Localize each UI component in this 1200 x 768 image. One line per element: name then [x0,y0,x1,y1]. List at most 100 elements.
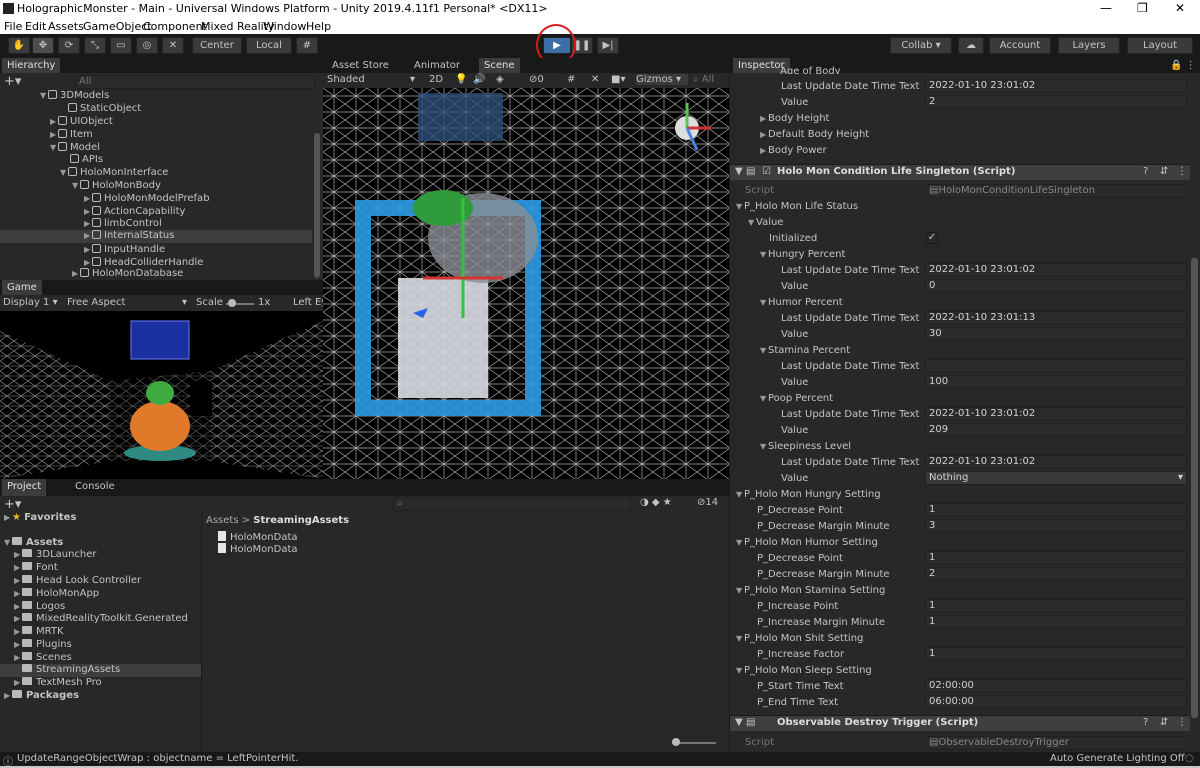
help-icon[interactable]: ? [1143,717,1148,728]
project-search-input[interactable]: ⌕ [393,497,631,511]
list-item[interactable]: StaticObject [60,103,141,114]
minimize-button[interactable]: — [1100,1,1112,15]
folder-item[interactable]: ▶ 3DLauncher [14,549,97,560]
property-value[interactable] [925,359,1187,373]
list-item[interactable]: ▶ InputHandle [84,244,165,255]
initialized-checkbox[interactable]: ✓ [926,232,938,244]
menu-gameobject[interactable]: GameObject [83,20,152,33]
property-value[interactable]: 2 [925,567,1187,581]
property-value[interactable]: 2022-01-10 23:01:02 [925,407,1187,421]
pivot-center-button[interactable]: Center [192,37,242,54]
foldout-humor-setting[interactable]: ▼ P_Holo Mon Humor Setting [736,537,878,548]
foldout-body-height[interactable]: ▶ Body Height [760,113,829,124]
account-dropdown[interactable]: Account [989,37,1051,54]
property-value[interactable]: 3 [925,519,1187,533]
folder-item[interactable]: ▶ Logos [14,601,65,612]
property-value[interactable]: 2022-01-10 23:01:02 [925,263,1187,277]
list-item[interactable]: ▶ ActionCapability [84,206,185,217]
property-value[interactable]: 1 [925,647,1187,661]
tab-asset-store[interactable]: Asset Store [327,58,394,73]
property-value[interactable]: 06:00:00 [925,695,1187,709]
property-value[interactable]: 1 [925,551,1187,565]
icon-size-thumb[interactable] [672,738,680,746]
component-menu-icon[interactable]: ⋮ [1177,166,1187,177]
hidden-objects-toggle[interactable]: ⊘0 [529,74,544,85]
inspector-scrollbar[interactable] [1191,258,1198,718]
list-item[interactable]: ▼ Model [50,142,100,153]
property-value[interactable]: 1 [925,615,1187,629]
display-dropdown[interactable]: Display 1 ▾ [3,297,58,308]
folder-item-selected[interactable]: StreamingAssets [0,664,201,677]
property-value[interactable]: 0 [925,279,1187,293]
foldout-body-power[interactable]: ▶ Body Power [760,145,827,156]
list-item[interactable]: ▶ HoloMonDatabase [72,268,183,279]
folder-item[interactable]: ▶ MRTK [14,626,64,637]
file-item[interactable]: HoloMonData [218,543,298,555]
favorites-item[interactable]: ▶ ★ Favorites [4,512,76,523]
presets-icon[interactable]: ⇵ [1160,166,1168,177]
folder-item[interactable]: ▶ Plugins [14,639,72,650]
custom-tool-icon[interactable]: ✕ [162,37,184,54]
collab-button[interactable]: Collab ▾ [890,37,952,54]
property-value[interactable]: 100 [925,375,1187,389]
folder-item[interactable]: ▶ TextMesh Pro [14,677,102,688]
hierarchy-search-input[interactable]: All [75,75,315,89]
folder-item[interactable]: ▶ Font [14,562,58,573]
tab-console[interactable]: Console [70,479,120,496]
lock-icon[interactable]: 🔒 ⋮ [1170,60,1196,71]
menu-assets[interactable]: Assets [48,20,84,33]
menu-file[interactable]: File [4,20,22,33]
list-item[interactable]: ▶ HoloMonModelPrefab [84,193,210,204]
audio-icon[interactable]: 🔊 [473,74,485,85]
foldout-value[interactable]: ▼ Value [748,217,783,228]
tab-animator[interactable]: Animator [409,58,465,73]
filter-type-icon[interactable]: ◑ ◆ ★ [640,497,672,508]
packages-root[interactable]: ▶ Packages [4,690,79,701]
enabled-checkbox[interactable]: ☑ [762,166,771,177]
list-item-selected[interactable]: ▶ InternalStatus [0,230,312,243]
create-icon[interactable]: +▾ [4,497,21,512]
list-item[interactable]: ▼ 3DModels [40,90,109,101]
step-button[interactable]: ▶| [597,37,619,54]
folder-item[interactable]: ▶ MixedRealityToolkit.Generated [14,613,188,624]
file-item[interactable]: HoloMonData [218,531,298,543]
camera-icon[interactable]: ■▾ [611,74,625,85]
menu-edit[interactable]: Edit [25,20,46,33]
property-value[interactable]: 1 [925,503,1187,517]
scene-search-input[interactable]: ⌕ All [693,74,714,85]
lighting-icon[interactable]: 💡 [455,74,467,85]
layout-dropdown[interactable]: Layout [1127,37,1193,54]
property-value[interactable]: 2022-01-10 23:01:02 [925,455,1187,469]
scene-viewport[interactable] [323,88,729,479]
property-value[interactable]: 2022-01-10 23:01:13 [925,311,1187,325]
sleepiness-dropdown[interactable]: Nothing ▾ [925,471,1187,485]
hand-tool-icon[interactable]: ✋ [8,37,30,54]
2d-toggle[interactable]: 2D [429,74,443,85]
maximize-button[interactable]: ❐ [1137,1,1148,15]
cloud-icon[interactable]: ☁ [958,37,984,54]
property-value[interactable]: 2022-01-10 23:01:02 [925,79,1187,93]
rotate-tool-icon[interactable]: ⟳ [58,37,80,54]
menu-window[interactable]: Window [263,20,306,33]
foldout-arrow-icon[interactable]: ▼ [735,717,743,728]
breadcrumb-assets[interactable]: Assets [206,515,239,526]
breadcrumb-streamingassets[interactable]: StreamingAssets [253,515,349,526]
tools-icon[interactable]: ✕ [591,74,599,85]
folder-item[interactable]: ▶ Scenes [14,652,72,663]
list-item[interactable]: ▶ limbControl [84,218,162,229]
help-icon[interactable]: ? [1143,166,1148,177]
transform-tool-icon[interactable]: ◎ [136,37,158,54]
menu-component[interactable]: Component [143,20,207,33]
foldout-sleep-setting[interactable]: ▼ P_Holo Mon Sleep Setting [736,665,872,676]
foldout-hungry-percent[interactable]: ▼ Hungry Percent [760,249,845,260]
list-item[interactable]: ▶ HeadColliderHandle [84,257,203,268]
foldout-arrow-icon[interactable]: ▼ [735,166,743,177]
property-value[interactable]: 1 [925,599,1187,613]
tab-scene[interactable]: Scene [479,58,520,73]
shading-dropdown[interactable]: Shaded ▾ [327,74,417,85]
property-value[interactable]: 30 [925,327,1187,341]
rect-tool-icon[interactable]: ▭ [110,37,132,54]
property-value[interactable]: 02:00:00 [925,679,1187,693]
gizmos-dropdown[interactable]: Gizmos ▾ [636,74,688,85]
scale-tool-icon[interactable]: ⤡ [84,37,106,54]
